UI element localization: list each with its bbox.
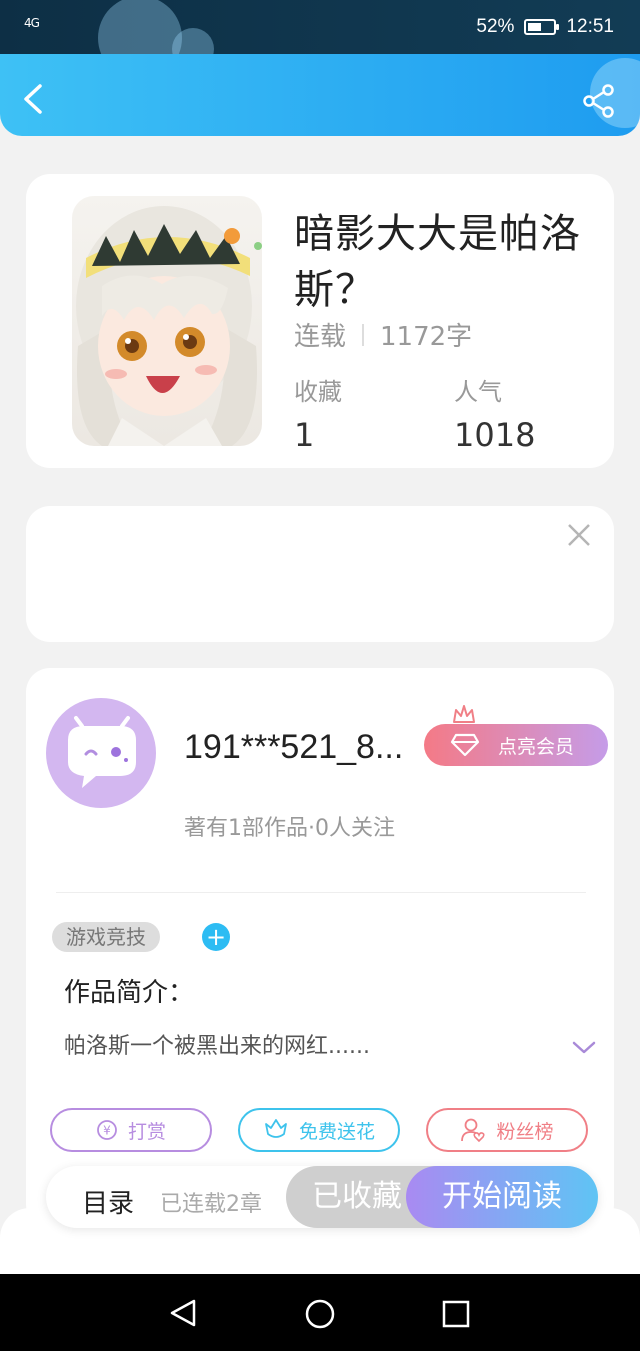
- svg-text:¥: ¥: [103, 1124, 111, 1138]
- add-tag-button[interactable]: +: [202, 923, 230, 951]
- signal-indicator: 4G: [24, 16, 40, 30]
- genre-tag[interactable]: 游戏竞技: [52, 922, 160, 952]
- crown-icon: [453, 705, 475, 723]
- chevron-down-icon[interactable]: [572, 1040, 596, 1056]
- yen-coin-icon: ¥: [97, 1120, 117, 1140]
- book-cover-image[interactable]: [72, 196, 262, 446]
- system-nav-bar: [0, 1274, 640, 1351]
- author-card: 191***521_8... 点亮会员 著有1部作品·0人关注 游戏竞技 + 作…: [26, 668, 614, 1228]
- collected-label: 已收藏: [312, 1179, 402, 1214]
- vip-button[interactable]: 点亮会员: [424, 724, 608, 766]
- fans-ranking-button[interactable]: 粉丝榜: [426, 1108, 588, 1152]
- back-chevron-icon[interactable]: [22, 84, 46, 114]
- serial-status: 连载: [294, 322, 347, 352]
- book-info-card: 暗影大大是帕洛斯？ 连载 1172字 收藏 1 人气 1018: [26, 174, 614, 468]
- author-stats: 著有1部作品·0人关注: [184, 816, 395, 841]
- top-header: [0, 54, 640, 136]
- close-icon[interactable]: [566, 522, 592, 548]
- flower-label: 免费送花: [298, 1120, 375, 1143]
- avatar[interactable]: [46, 698, 156, 808]
- favorites-label: 收藏: [294, 378, 342, 406]
- meta-divider: [362, 323, 365, 346]
- ad-banner-card: [26, 506, 614, 642]
- share-icon[interactable]: [582, 84, 616, 118]
- popularity-label: 人气: [454, 378, 502, 406]
- book-title: 暗影大大是帕洛斯？: [294, 211, 581, 313]
- word-count: 1172字: [380, 322, 473, 352]
- book-meta: 连载 1172字: [294, 316, 472, 353]
- flower-icon: [265, 1119, 287, 1138]
- toc-button[interactable]: 目录: [82, 1183, 134, 1220]
- clock: 12:51: [566, 16, 614, 37]
- intro-title: 作品简介：: [64, 978, 195, 1008]
- divider: [56, 892, 586, 893]
- intro-text: 帕洛斯一个被黑出来的网红......: [64, 1034, 370, 1059]
- tip-label: 打赏: [127, 1120, 166, 1143]
- nav-back-icon[interactable]: [168, 1298, 198, 1328]
- user-heart-icon: [461, 1118, 486, 1143]
- start-reading-button[interactable]: 开始阅读: [406, 1166, 598, 1228]
- fans-label: 粉丝榜: [496, 1120, 554, 1143]
- favorites-value: 1: [294, 416, 315, 454]
- start-reading-label: 开始阅读: [442, 1179, 562, 1214]
- nav-home-icon[interactable]: [304, 1298, 336, 1330]
- send-flower-button[interactable]: 免费送花: [238, 1108, 400, 1152]
- bottom-action-bar: 目录 已连载2章 已收藏 开始阅读: [46, 1166, 598, 1228]
- chapter-count: 已连载2章: [160, 1192, 262, 1217]
- battery-icon: [524, 19, 560, 35]
- status-bar: 4G 52% 12:51: [0, 0, 640, 80]
- popularity-value: 1018: [454, 416, 536, 454]
- battery-percent: 52%: [476, 16, 515, 37]
- author-name[interactable]: 191***521_8...: [184, 728, 403, 767]
- tip-button[interactable]: ¥ 打赏: [50, 1108, 212, 1152]
- vip-label: 点亮会员: [498, 735, 575, 758]
- nav-recents-icon[interactable]: [442, 1300, 470, 1328]
- diamond-icon: [450, 733, 480, 757]
